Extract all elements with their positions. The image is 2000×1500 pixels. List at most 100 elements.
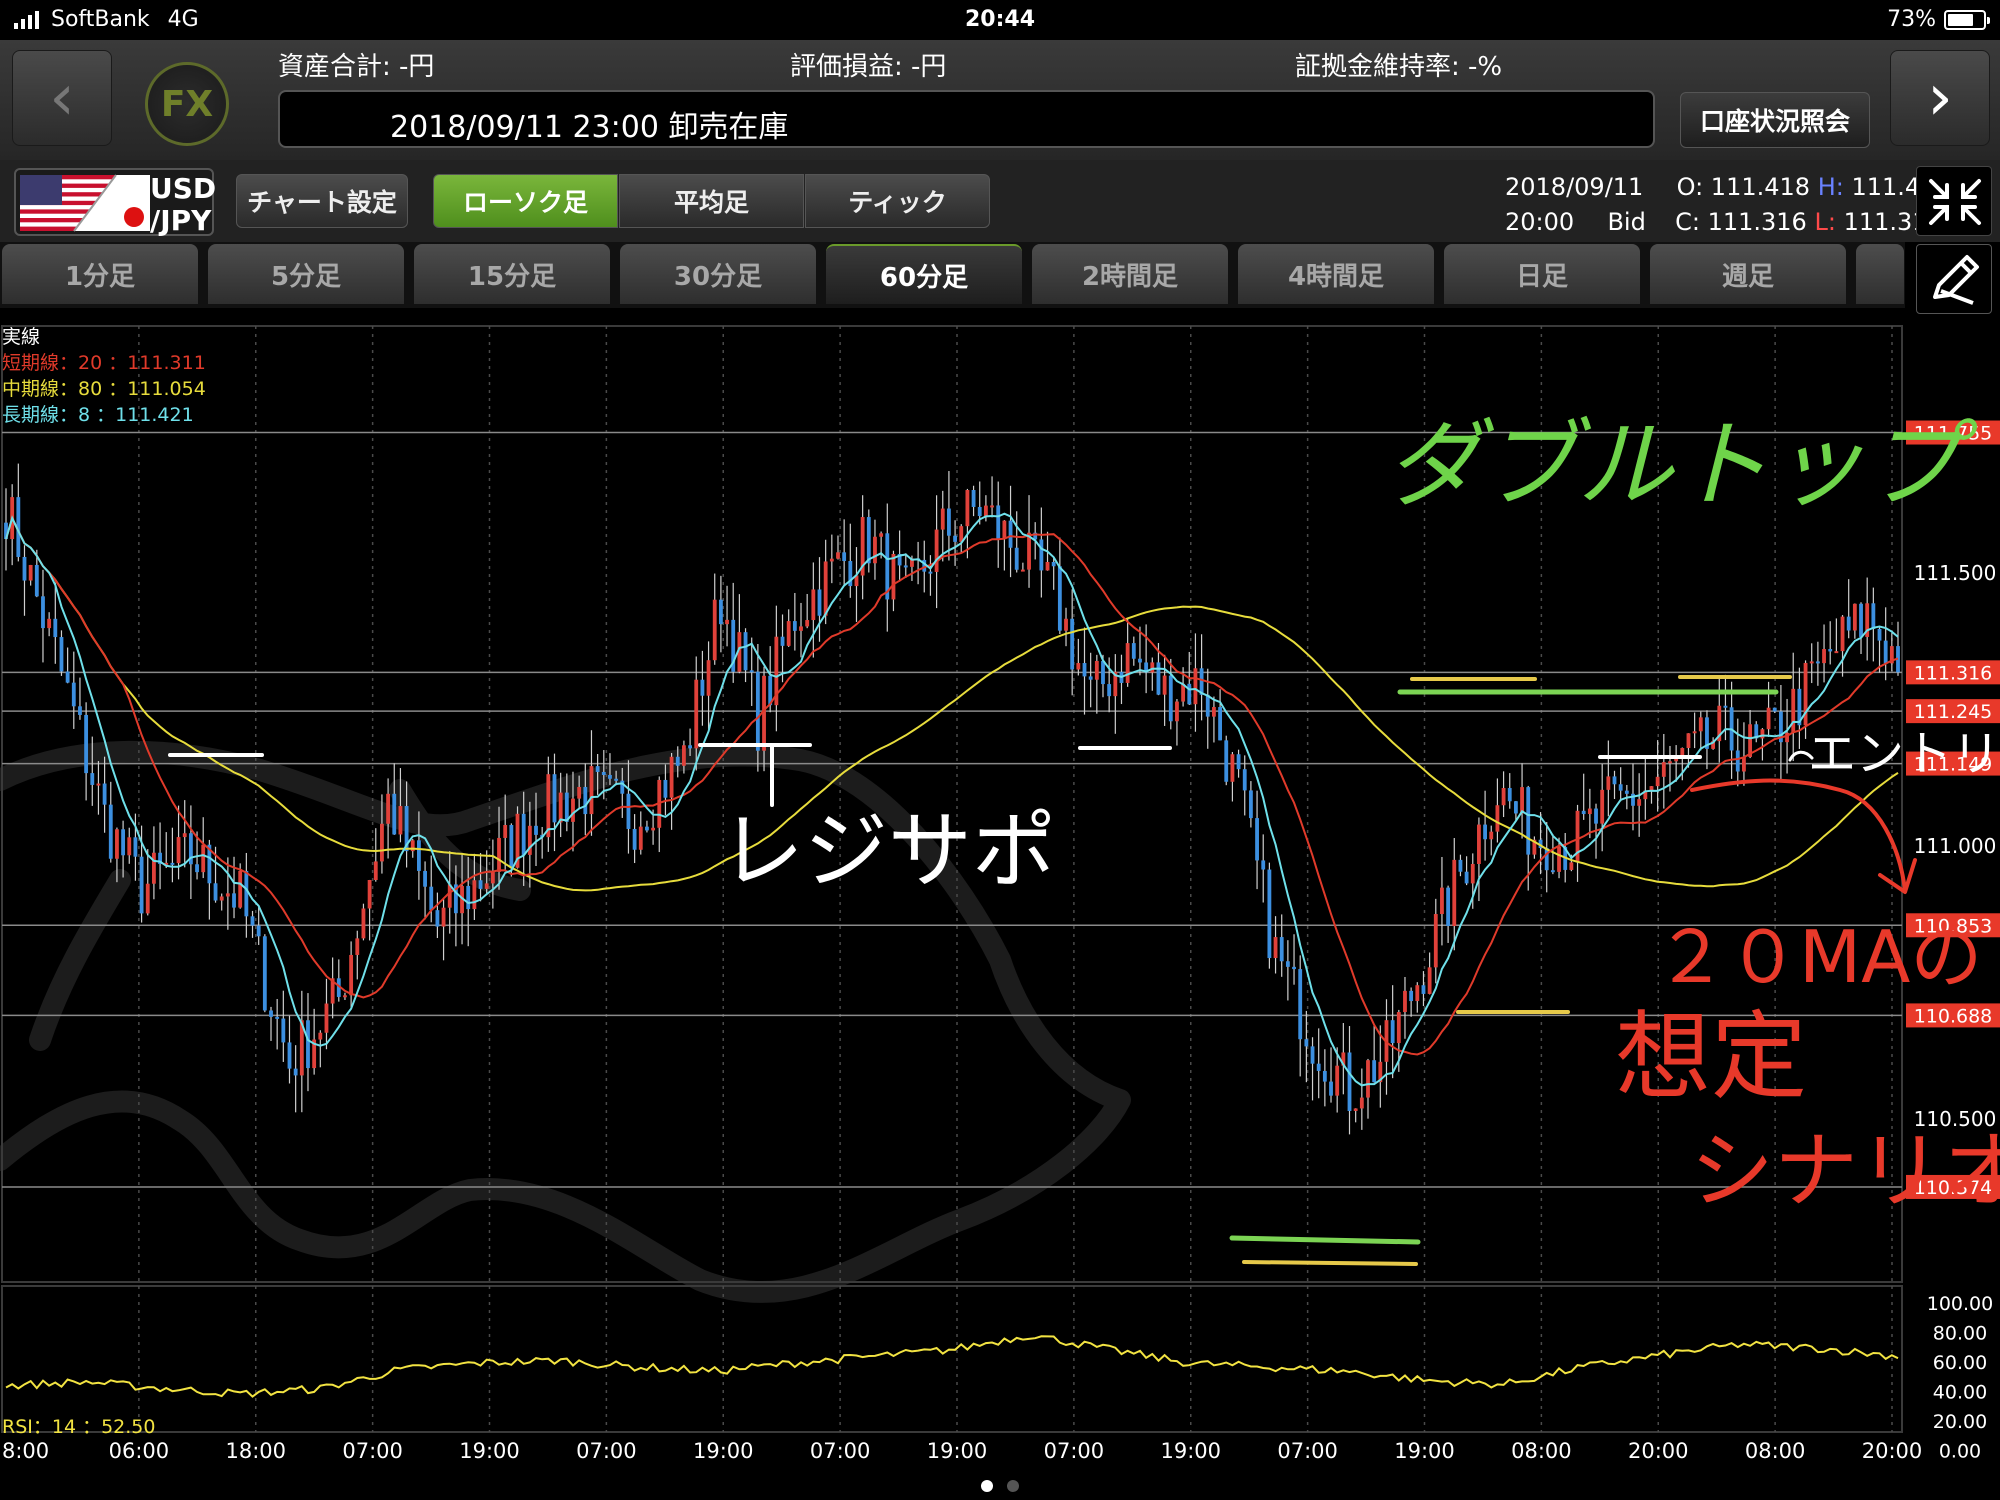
candle-body [1101,660,1105,685]
rsi-tick-label: 100.00 [1927,1293,1993,1315]
candle-body [1168,675,1173,722]
candle-body [1440,887,1444,915]
candle-body [725,619,729,625]
app-header: ‹ FX 資産合計: -円 評価損益: -円 証拠金維持率: -% 2018/0… [0,40,2000,160]
page-indicator[interactable] [0,1472,2000,1500]
rsi-tick-label: 20.00 [1933,1411,1987,1433]
candle-body [1840,616,1845,652]
tab-30min[interactable]: 30分足 [620,244,816,304]
candle-body [1304,1039,1309,1047]
candle-body [1557,847,1561,872]
tab-weekly[interactable]: 週足 [1650,244,1846,304]
candle-body [1316,1063,1321,1071]
tab-60min[interactable]: 60分足 [826,244,1022,304]
candle-body [1230,754,1235,782]
quote-low-label: L: [1814,208,1836,236]
candle-body [367,880,372,909]
candle-body [509,825,514,868]
candle-body [1199,668,1204,695]
news-ticker[interactable]: 2018/09/11 23:00 卸売在庫 [278,90,1655,148]
candle-body [534,825,538,835]
candle-body [306,1020,310,1069]
candle-body [380,823,384,862]
tab-4hour[interactable]: 4時間足 [1238,244,1434,304]
chart-type-heikin-ashi[interactable]: 平均足 [619,174,804,228]
unrealized-pl: 評価損益: -円 [790,52,947,82]
collapse-button[interactable] [1916,166,1992,236]
candle-body [225,893,230,897]
candle-body [1822,649,1826,664]
tab-15min[interactable]: 15分足 [414,244,610,304]
collapse-arrows-icon [1929,179,1981,225]
candle-body [1464,871,1469,884]
candle-body [1698,717,1703,732]
rsi-line [5,1335,1899,1398]
chart-settings-button[interactable]: チャート設定 [236,174,408,228]
candle-body [361,908,366,939]
candle-body [1076,663,1081,670]
time-tick-label: 07:00 [810,1439,871,1463]
candle-body [1372,1060,1377,1083]
tab-5min[interactable]: 5分足 [208,244,404,304]
pair-base: USD [150,172,217,205]
price-chart[interactable]: 111.500111.000110.500111.755111.316111.2… [0,320,2000,1472]
candle-body [1581,810,1586,815]
page-dot-2[interactable] [1007,1480,1019,1492]
candle-body [238,870,243,908]
currency-pair-selector[interactable]: USD /JPY [14,168,217,237]
candle-body [1828,649,1833,652]
candle-body [1322,1070,1327,1082]
time-tick-label: 20:00 [1628,1439,1689,1463]
candle-body [718,599,723,625]
candle-body [1846,616,1851,631]
draw-tool-button[interactable] [1916,244,1992,314]
candle-body [1248,790,1253,819]
candle-body [1039,539,1044,571]
candle-body [1051,561,1056,567]
forward-button[interactable]: › [1890,50,1990,146]
candle-body [811,589,816,621]
candle-body [386,793,391,824]
chart-type-candlestick[interactable]: ローソク足 [433,174,618,228]
tab-more[interactable] [1856,244,1904,304]
candle-body [1261,860,1266,870]
candle-body [743,632,748,671]
candle-body [1329,1081,1333,1096]
candle-body [170,862,175,865]
quote-time: 20:00 [1505,208,1575,236]
candle-body [1686,733,1691,749]
candle-body [1218,707,1222,741]
candle-body [1131,643,1136,659]
back-button[interactable]: ‹ [12,50,112,146]
bottom-mark [1242,1260,1418,1266]
status-bar: SoftBank 4G 20:44 73% [0,0,2000,40]
candle-body [608,774,612,779]
candle-body [682,745,686,766]
candle-body [1156,662,1161,695]
tab-1min[interactable]: 1分足 [2,244,198,304]
candle-body [1569,862,1574,870]
candle-body [324,1003,329,1033]
candle-body [108,804,113,859]
time-tick-label: 19:00 [693,1439,754,1463]
chart-type-tick[interactable]: ティック [805,174,990,228]
rsi-panel-frame [1,1285,1903,1433]
candle-body [1224,740,1229,782]
candle-body [1008,520,1013,548]
period-tabs: 1分足 5分足 15分足 30分足 60分足 2時間足 4時間足 日足 週足 [0,242,1905,308]
tab-2hour[interactable]: 2時間足 [1032,244,1228,304]
account-status-button[interactable]: 口座状況照会 [1680,92,1870,148]
candle-body [1766,707,1771,730]
page-dot-1[interactable] [981,1480,993,1492]
candle-body [1292,966,1296,970]
tab-daily[interactable]: 日足 [1444,244,1640,304]
candle-body [638,826,643,850]
candle-body [1107,684,1112,697]
candle-body [675,756,680,766]
chart-area[interactable]: 111.500 111.000 110.500 111.755 111.316 111.2… [0,320,2000,1472]
candle-body [866,517,871,564]
candle-body [632,828,637,850]
candle-body [928,571,933,574]
legend-long-ma: 長期線：8 ：111.421 [2,404,194,426]
candle-body [355,938,360,955]
